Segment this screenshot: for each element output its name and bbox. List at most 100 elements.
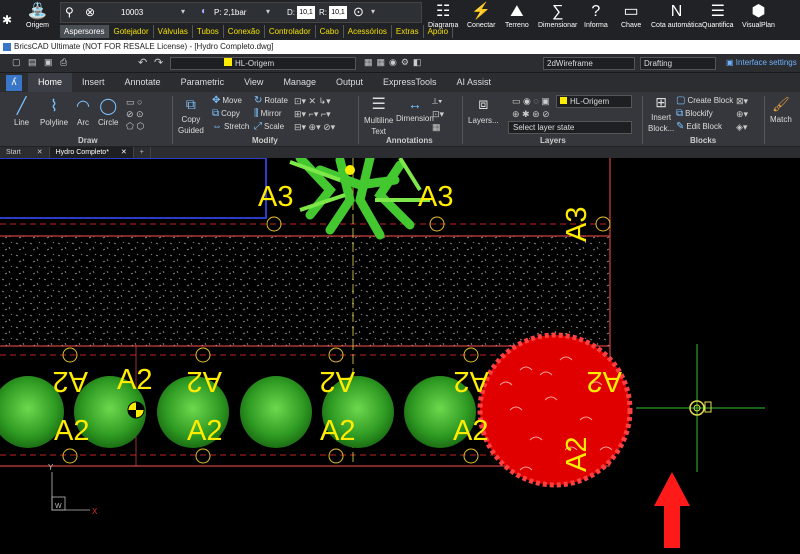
target-icon[interactable]: ⊙ — [353, 4, 364, 20]
drawing-svg: Y X W A3 A3 A3 A2 A2 A2 A2 A2 A2 A2 A2 A… — [0, 158, 765, 548]
tab-ai-assist[interactable]: AI Assist — [447, 73, 502, 92]
layer-combo[interactable]: HL-Origem — [170, 57, 356, 70]
sprinkler-code[interactable]: 10003 — [121, 8, 143, 17]
chevron-down-icon[interactable]: ▾ — [371, 7, 375, 16]
tab-annotate[interactable]: Annotate — [115, 73, 171, 92]
annotation-extra-icons[interactable]: ⟂▾ ⊡▾ ▦ — [432, 95, 444, 134]
scale-button[interactable]: ⤢ Scale — [254, 121, 284, 132]
line-button[interactable]: ╱ Line — [14, 96, 29, 127]
drawing-canvas[interactable]: Y X W A3 A3 A3 A2 A2 A2 A2 A2 A2 A2 A2 A… — [0, 158, 800, 554]
layers-button[interactable]: ⧈ Layers... — [468, 96, 499, 125]
close-icon[interactable]: ✕ — [37, 149, 43, 156]
ptab-acessorios[interactable]: Acessórios — [344, 25, 392, 38]
ptab-valvulas[interactable]: Válvulas — [154, 25, 193, 38]
arc-icon: ◠ — [76, 98, 90, 115]
layer-tools-icon[interactable]: ▦▦◉⚙◧ — [364, 57, 425, 68]
radius-field[interactable]: 10,1 — [329, 6, 347, 19]
move-button[interactable]: ✥ Move — [212, 95, 242, 106]
copy-button[interactable]: ⧉ Copy — [212, 108, 240, 119]
arc-button[interactable]: ◠ Arc — [76, 96, 90, 127]
ribbon-layer-combo[interactable]: HL-Origem — [556, 95, 632, 108]
dimensionar-button[interactable]: ∑ Dimensionar — [538, 2, 577, 29]
window-title: BricsCAD Ultimate (NOT FOR RESALE Licens… — [14, 42, 274, 51]
stretch-button[interactable]: ⇔ Stretch — [212, 121, 249, 132]
visualplan-icon: ⬢ — [751, 3, 766, 20]
polyline-button[interactable]: ⌇ Polyline — [40, 96, 68, 127]
label-a2: A2 — [320, 365, 355, 397]
workspace-combo[interactable]: Drafting — [640, 57, 716, 70]
visual-style-combo[interactable]: 2dWireframe — [543, 57, 635, 70]
blue-zone — [0, 158, 267, 219]
label-a2: A2 — [53, 365, 88, 397]
print-icon[interactable]: ⎙ — [60, 57, 67, 68]
tab-insert[interactable]: Insert — [72, 73, 115, 92]
new-file-icon[interactable]: ▢ — [12, 57, 21, 68]
tab-output[interactable]: Output — [326, 73, 373, 92]
open-file-icon[interactable]: ▤ — [28, 57, 37, 68]
interface-settings-button[interactable]: ▣ Interface settings — [726, 58, 797, 67]
doc-tab-start[interactable]: Start ✕ — [0, 147, 50, 158]
ptab-cabo[interactable]: Cabo — [316, 25, 344, 38]
multiline-text-button[interactable]: ☰ Multiline Text — [364, 94, 393, 136]
edit-block-button[interactable]: ✎ Edit Block — [676, 121, 722, 132]
label-a2: A2 — [187, 415, 222, 447]
ribbon-panel: ╱ Line ⌇ Polyline ◠ Arc ◯ Circle ▭ ○ ⊘ ⊙ ⬠ ⬡ D… — [0, 92, 800, 147]
tab-parametric[interactable]: Parametric — [171, 73, 235, 92]
ptab-tubos[interactable]: Tubos — [193, 25, 224, 38]
ucs-y-label: Y — [48, 463, 54, 472]
window-title-bar: BricsCAD Ultimate (NOT FOR RESALE Licens… — [0, 40, 800, 54]
sprinkler-icon[interactable]: ⚲ — [65, 5, 74, 19]
ptab-controlador[interactable]: Controlador — [265, 25, 316, 38]
chave-button[interactable]: ▭ Chave — [621, 2, 641, 29]
mirror-button[interactable]: ⫼ Mirror — [254, 108, 282, 119]
binoculars-icon[interactable]: ⊗ — [85, 5, 95, 19]
informa-button[interactable]: ? Informa — [584, 2, 608, 29]
undo-icon[interactable]: ↶ — [138, 56, 147, 69]
visualplan-button[interactable]: ⬢ VisualPlan — [742, 2, 775, 29]
quantifica-button[interactable]: ☰ Quantifica — [702, 2, 734, 29]
match-button[interactable]: 🖌 Match — [770, 96, 792, 124]
app-menu-icon[interactable]: ʎ — [6, 74, 22, 91]
ptab-aspersores[interactable]: Aspersores — [60, 25, 110, 38]
conectar-button[interactable]: ⚡ Conectar — [467, 2, 495, 29]
circle-button[interactable]: ◯ Circle — [98, 96, 118, 127]
ptab-gotejador[interactable]: Gotejador — [109, 25, 154, 38]
create-block-icon: ▢ — [676, 95, 686, 106]
insert-block-button[interactable]: ⊞ Insert Block... — [648, 94, 674, 133]
ptab-conexao[interactable]: Conexão — [224, 25, 265, 38]
tab-home[interactable]: Home — [28, 73, 73, 92]
label-a2: A2 — [320, 415, 355, 447]
label-a2: A2 — [117, 364, 152, 396]
spider-icon[interactable]: ✱ — [2, 10, 12, 30]
tab-view[interactable]: View — [234, 73, 273, 92]
create-block-button[interactable]: ▢ Create Block — [676, 95, 733, 106]
modify-extra-icons[interactable]: ⊡▾ ✕ ↳▾ ⊞▾ ⌐▾ ⌐▾ ⊟▾ ⊕▾ ⊘▾ — [294, 95, 335, 134]
blockify-button[interactable]: ⧉ Blockify — [676, 108, 713, 119]
terreno-button[interactable]: ⛰ Terreno — [505, 2, 529, 29]
layer-state-combo[interactable]: Select layer state — [508, 121, 632, 134]
circle-icon: ◯ — [99, 98, 118, 115]
block-extra-icons[interactable]: ⊠▾ ⊕▾ ◈▾ — [736, 95, 748, 134]
copy-guided-button[interactable]: ⧉ Copy Guided — [178, 96, 204, 135]
ptab-extras[interactable]: Extras — [392, 25, 424, 38]
draw-extra-icons[interactable]: ▭ ○ ⊘ ⊙ ⬠ ⬡ — [126, 96, 144, 132]
divider — [462, 96, 463, 144]
rotate-button[interactable]: ↻ Rotate — [254, 95, 288, 106]
redo-icon[interactable]: ↷ — [154, 56, 163, 69]
close-icon[interactable]: ✕ — [121, 149, 127, 156]
new-tab-icon[interactable]: + — [134, 147, 151, 158]
pressure-value[interactable]: P: 2,1bar — [214, 8, 246, 17]
tab-expresstools[interactable]: ExpressTools — [373, 73, 447, 92]
label-a2: A2 — [454, 365, 489, 397]
dimension-button[interactable]: ↔ Dimension — [396, 96, 434, 123]
chevron-down-icon[interactable]: ▾ — [181, 7, 185, 16]
cota-button[interactable]: N Cota automática — [651, 2, 702, 29]
text-icon: ☰ — [371, 96, 386, 113]
origem-button[interactable]: ⛲ Origem — [26, 2, 49, 29]
save-icon[interactable]: ▣ — [44, 57, 53, 68]
doc-tab-hydro[interactable]: Hydro Completo* ✕ — [49, 147, 134, 158]
diagrama-button[interactable]: ☷ Diagrama — [428, 2, 458, 29]
chevron-down-icon[interactable]: ▾ — [266, 7, 270, 16]
diameter-field[interactable]: 10,1 — [297, 6, 315, 19]
tab-manage[interactable]: Manage — [273, 73, 326, 92]
